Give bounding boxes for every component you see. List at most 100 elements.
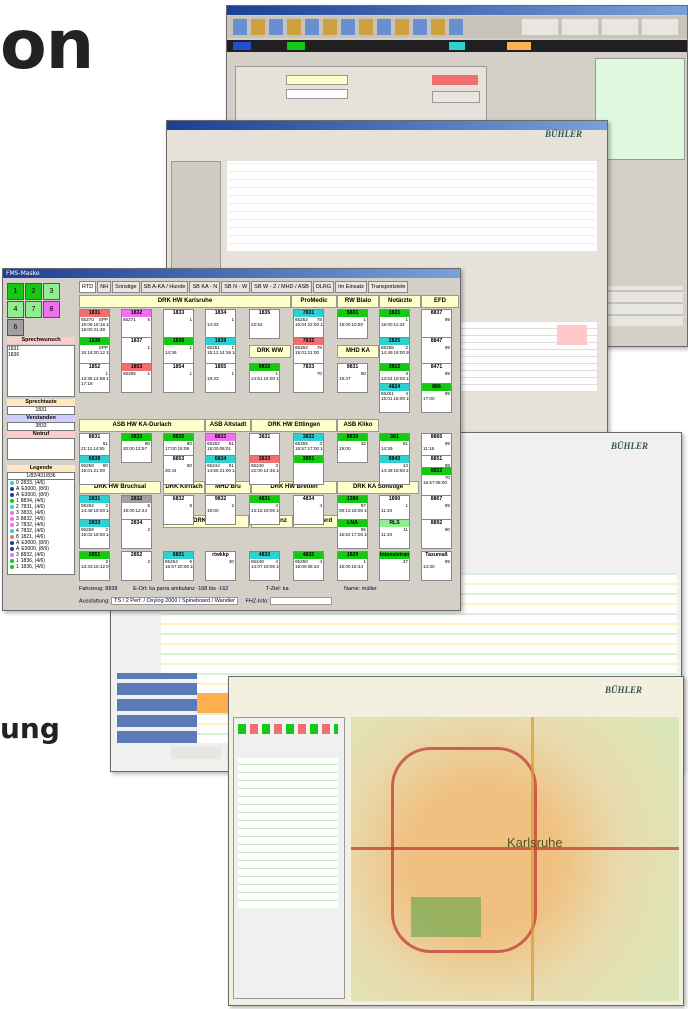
- unit-cell[interactable]: 7831652527815:0422:0012:58: [293, 309, 324, 339]
- unit-cell[interactable]: 1835 22:52: [249, 309, 280, 339]
- unit-cell[interactable]: 383365246322:0014:4616:12: [249, 455, 280, 485]
- ausstattung-value[interactable]: TS / 2 Perf. / Oxylog 2000 / Spineboard …: [111, 597, 238, 606]
- unit-cell[interactable]: 8837 99: [421, 309, 452, 339]
- unit-cell[interactable]: 683165254616:5720:0016:17: [163, 551, 194, 581]
- unit-id: 1837: [122, 338, 151, 345]
- keypad-key[interactable]: 8: [43, 301, 60, 318]
- tab[interactable]: DLRG: [312, 281, 335, 293]
- unit-cell[interactable]: rtwkkp 30: [205, 551, 236, 581]
- unit-cell[interactable]: 1854 1: [163, 363, 194, 393]
- unit-cell[interactable]: 1834 1 14:33: [205, 309, 236, 339]
- tab[interactable]: SB A-KA / Hunde: [140, 281, 189, 293]
- unit-status: 11: [403, 527, 408, 532]
- unit-cell[interactable]: Taxumaß 99 14:30: [421, 551, 452, 581]
- unit-cell[interactable]: 1821 1 19:0011:34: [379, 309, 410, 339]
- unit-id: 8865: [422, 434, 451, 441]
- sprechwunsch-list[interactable]: 1831 1836: [7, 345, 75, 397]
- unit-cell[interactable]: 1855 1 19:33: [205, 363, 236, 393]
- keypad-key[interactable]: 6: [7, 319, 24, 336]
- unit-cell[interactable]: 8832114:5116:0015:25: [249, 363, 280, 393]
- sprechwunsch-item[interactable]: 1836: [8, 352, 74, 358]
- unit-status: 32: [360, 441, 366, 446]
- unit-cell[interactable]: 4832 65250 4 18:0008:34: [293, 551, 324, 581]
- keypad-key[interactable]: 2: [25, 283, 42, 300]
- notruf-value[interactable]: [7, 438, 75, 460]
- keypad-key[interactable]: 7: [25, 301, 42, 318]
- fhz-label: FHZ-Info:: [245, 598, 269, 605]
- unit-cell[interactable]: 7833 70: [293, 363, 324, 393]
- status-strip: [227, 40, 687, 52]
- unit-id: 1834: [206, 310, 235, 317]
- tab[interactable]: Im Einsatz: [335, 281, 367, 293]
- unit-cell[interactable]: LNA9516:5217:0015:04: [337, 519, 368, 549]
- unit-cell[interactable]: 8839 32 19:00: [337, 433, 368, 463]
- unit-time: 19:00: [393, 396, 406, 401]
- unit-cell[interactable]: Intensivtrans.37: [379, 551, 410, 581]
- tab[interactable]: SB W - Z / MHD / ASB: [251, 281, 312, 293]
- unit-cell[interactable]: 1829 1 18:0018:44: [337, 551, 368, 581]
- unit-cell[interactable]: 4831413:1519:0016:21: [249, 495, 280, 525]
- status-dot-icon: [10, 480, 14, 485]
- unit-status: 1: [189, 317, 192, 322]
- unit-time: 22:00: [307, 322, 320, 327]
- unit-id: 1835: [250, 310, 279, 317]
- unit-time: 14:32: [106, 532, 109, 537]
- keypad-key[interactable]: 4: [7, 301, 24, 318]
- unit-cell[interactable]: 4834 4: [293, 495, 324, 525]
- unit-cell[interactable]: 886 99 17:00: [421, 383, 452, 413]
- unit-cell[interactable]: 2852 2: [121, 551, 152, 581]
- tab[interactable]: Transportziele: [367, 281, 409, 293]
- unit-cell[interactable]: 3833 80 20:0013:57: [121, 433, 152, 463]
- unit-cell[interactable]: 6834652448114:5521:0014:54: [205, 455, 236, 485]
- unit-id: 3833: [122, 434, 151, 441]
- unit-cell[interactable]: 8822 70 16:5708:00: [421, 467, 452, 497]
- unit-cell[interactable]: 8892 90: [421, 519, 452, 549]
- unit-time: 15:25: [276, 376, 279, 381]
- unit-cell[interactable]: 1833 1: [163, 309, 194, 339]
- verstanden-value[interactable]: 3833: [7, 422, 75, 431]
- tab[interactable]: NH: [97, 281, 112, 293]
- unit-cell[interactable]: 6838 65258 80 15:0121:00: [79, 455, 110, 485]
- unit-cell[interactable]: 8853 80 20:44: [163, 455, 194, 485]
- unit-cell[interactable]: 3851: [293, 455, 324, 485]
- unit-cell[interactable]: 483365248414:0719:0016:57: [249, 551, 280, 581]
- unit-id: 8837: [422, 310, 451, 317]
- tab[interactable]: RTD: [79, 281, 97, 293]
- group-header: Notärzte: [379, 295, 421, 308]
- unit-cell[interactable]: 88431314:4819:5021:44: [379, 455, 410, 485]
- unit-cell[interactable]: 9832 2 19:00: [205, 495, 236, 525]
- sprechtaste-value[interactable]: 1831: [7, 406, 75, 415]
- unit-cell[interactable]: 1853 65265 1: [121, 363, 152, 393]
- unit-id: 4831: [250, 496, 279, 503]
- unit-id: 8822: [422, 468, 451, 475]
- unit-cell[interactable]: 183165270SPP15:0618:1815:4419:0021:38: [79, 309, 110, 339]
- unit-cell[interactable]: 1852113:3614:5817:1217:18: [79, 363, 110, 393]
- tab[interactable]: SB KA - N: [189, 281, 221, 293]
- toolbar-icons[interactable]: [233, 19, 463, 35]
- unit-cell[interactable]: 6832 6: [163, 495, 194, 525]
- window-titlebar: [167, 121, 607, 130]
- unit-cell[interactable]: 283365269215:0218:0014:32: [79, 519, 110, 549]
- right-buttons[interactable]: [595, 286, 683, 326]
- legend-item: 1 1836, (4/6): [8, 564, 74, 570]
- lower-table: [457, 321, 597, 391]
- unit-cell[interactable]: 2834 2: [121, 519, 152, 549]
- unit-cell[interactable]: 482465261415:0119:0015:57: [379, 383, 410, 413]
- unit-cell[interactable]: 5831 1 18:0010:50: [337, 309, 368, 339]
- unit-cell[interactable]: RLS 11 11:34: [379, 519, 410, 549]
- toolbar-buttons[interactable]: [522, 19, 682, 35]
- tab[interactable]: Sonstige: [112, 281, 140, 293]
- logo-buehler-3: BÜHLER: [605, 685, 643, 695]
- keypad-key[interactable]: 3: [43, 283, 60, 300]
- unit-id: 1829: [338, 552, 367, 559]
- unit-cell[interactable]: 1832 65271 5: [121, 309, 152, 339]
- keypad-key[interactable]: 1: [7, 283, 24, 300]
- fhz-value[interactable]: [270, 597, 333, 605]
- tab[interactable]: SB N - W: [221, 281, 251, 293]
- unit-cell[interactable]: 2851213:3315:1207:05: [79, 551, 110, 581]
- unit-cell[interactable]: 9831 90 19:47: [337, 363, 368, 393]
- status-dot-icon: [10, 486, 14, 491]
- unit-id: 9832: [206, 496, 235, 503]
- map-canvas[interactable]: Karlsruhe: [351, 717, 679, 1001]
- left-menu[interactable]: [117, 673, 197, 743]
